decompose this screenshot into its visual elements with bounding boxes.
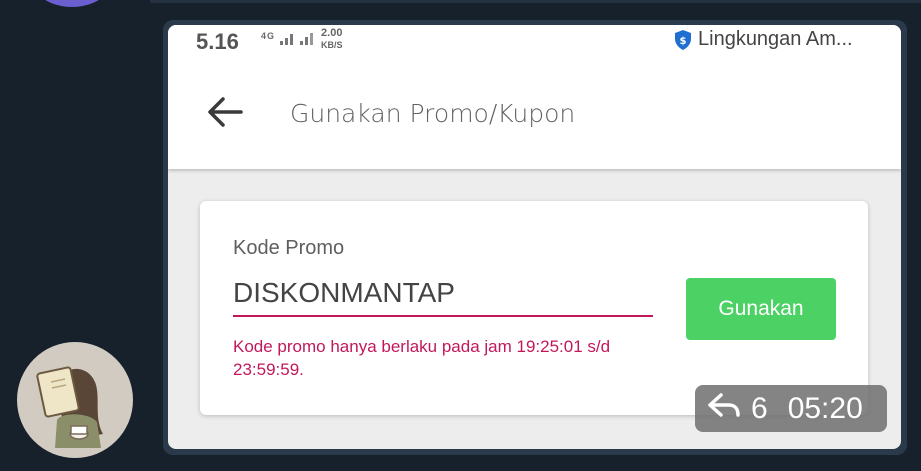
- app-bar: 5.16 4G 2.00 KB/S $ Lingkungan Am... Gun…: [168, 25, 901, 169]
- promo-code-input[interactable]: [233, 271, 653, 317]
- reply-icon[interactable]: [707, 391, 741, 427]
- speed-unit: KB/S: [321, 40, 343, 50]
- arrow-left-icon[interactable]: [206, 95, 244, 134]
- error-message: Kode promo hanya berlaku pada jam 19:25:…: [233, 337, 611, 379]
- network-speed: 2.00 KB/S: [321, 27, 343, 51]
- shield-icon: $: [673, 29, 693, 56]
- top-strip: [150, 0, 921, 3]
- message-time: 05:20: [787, 391, 863, 425]
- message-meta: 6 05:20: [695, 385, 887, 432]
- network-signal-icon: 4G: [261, 31, 314, 48]
- sender-avatar-partial[interactable]: [32, 0, 112, 7]
- network-label: 4G: [261, 31, 276, 41]
- apply-button[interactable]: Gunakan: [686, 278, 836, 340]
- status-time: 5.16: [196, 29, 239, 54]
- promo-card: Kode Promo Gunakan Kode promo hanya berl…: [200, 201, 868, 415]
- environment-label: Lingkungan Am...: [698, 28, 853, 50]
- signal-bars-icon: [279, 33, 313, 45]
- avatar-illustration: [36, 366, 103, 448]
- avatar[interactable]: [17, 342, 133, 458]
- svg-text:$: $: [680, 36, 687, 47]
- promo-code-label: Kode Promo: [233, 237, 345, 259]
- speed-value: 2.00: [321, 27, 343, 39]
- page-title: Gunakan Promo/Kupon: [290, 99, 576, 128]
- reply-count: 6: [751, 391, 768, 425]
